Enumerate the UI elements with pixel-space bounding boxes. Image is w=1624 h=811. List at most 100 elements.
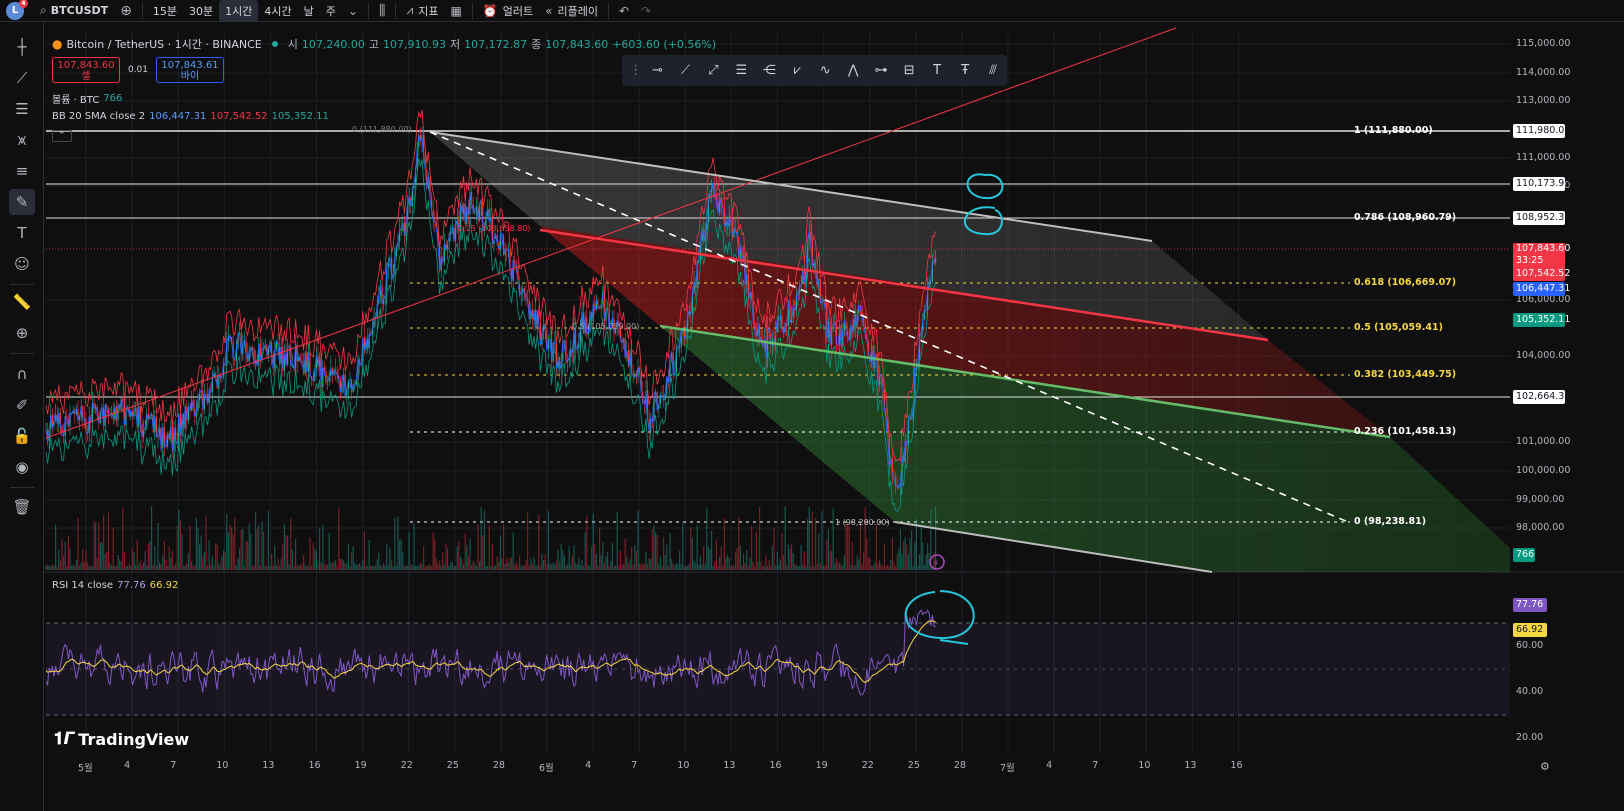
wave-icon: ∿ <box>819 63 831 78</box>
brush-tool-bar[interactable]: ⫻ <box>979 58 1007 84</box>
volume-bar <box>803 551 805 570</box>
sell-button[interactable]: 107,843.60 셀 <box>52 57 120 83</box>
symbol-search-button[interactable]: ⌕ BTCUSDT <box>34 0 114 22</box>
projection-tool[interactable]: ≡ <box>9 158 35 184</box>
volume-bar <box>163 540 165 570</box>
volume-bar <box>631 546 633 570</box>
tradingview-logo[interactable]: 𝟏𝞒 TradingView <box>54 729 189 749</box>
extended-line-icon: ⤢ <box>708 63 719 78</box>
candle-body <box>239 332 241 334</box>
hide-drawings-tool[interactable]: ◉ <box>9 454 35 480</box>
fib-tool[interactable]: ☰ <box>9 96 35 122</box>
crosshair-tool[interactable]: ┼ <box>9 34 35 60</box>
volume-bar <box>215 543 217 570</box>
user-avatar[interactable]: L 4 <box>6 0 28 20</box>
volume-bar <box>568 546 570 570</box>
volume-bar <box>576 564 578 570</box>
interval-1h[interactable]: 1시간 <box>219 0 259 22</box>
elliott-wave-tool[interactable]: ∿ <box>811 58 839 84</box>
interval-week[interactable]: 주 <box>320 0 342 22</box>
volume-bar <box>232 534 234 570</box>
volume-bar <box>203 551 205 570</box>
volume-bar <box>736 548 738 570</box>
volume-bar <box>103 515 105 570</box>
interval-day[interactable]: 날 <box>298 0 320 22</box>
extended-line-tool[interactable]: ⤢ <box>699 58 727 84</box>
pattern-tool[interactable]: ⩙ <box>9 127 35 153</box>
volume-bar <box>447 548 449 570</box>
buy-button[interactable]: 107,843.61 바이 <box>156 57 224 83</box>
price-range-tool[interactable]: ⊶ <box>867 58 895 84</box>
volume-legend-row[interactable]: 볼륨 · BTC 766 <box>52 90 716 106</box>
volume-bar <box>480 507 482 570</box>
volume-bar <box>571 555 573 570</box>
sell-label: 셀 <box>81 71 91 82</box>
interval-30m[interactable]: 30분 <box>183 0 219 22</box>
divider <box>367 2 369 19</box>
trend-line-tool[interactable]: ⟋ <box>9 65 35 91</box>
xabcd-pattern-tool[interactable]: ⩗ <box>783 58 811 84</box>
volume-bar <box>355 565 357 570</box>
volume-bar <box>451 562 453 570</box>
volume-bar <box>531 563 533 570</box>
pitchfork-tool[interactable]: ⋲ <box>755 58 783 84</box>
text-tool[interactable]: T <box>9 220 35 246</box>
chart-legend: ● Bitcoin / TetherUS · 1시간 · BINANCE 시 10… <box>52 36 716 144</box>
templates-button[interactable]: ▦ <box>444 0 467 22</box>
volume-bar <box>127 565 129 570</box>
compare-symbol-button[interactable]: ⊕ <box>114 0 138 22</box>
volume-bar <box>594 544 596 570</box>
candle-body <box>83 417 85 419</box>
interval-dropdown[interactable]: ⌄ <box>342 0 364 22</box>
delete-drawings-tool[interactable]: 🗑 <box>9 494 35 520</box>
drag-handle-icon[interactable]: ⋮ <box>628 58 643 84</box>
zoom-tool[interactable]: ⊕ <box>9 320 35 346</box>
bb-legend-row[interactable]: BB 20 SMA close 2 106,447.31 107,542.52 … <box>52 108 716 124</box>
collapse-legend-button[interactable]: ⌃ <box>52 128 716 144</box>
chart-settings-button[interactable]: ⚙ <box>1540 760 1550 773</box>
abc-pattern-tool[interactable]: ⋀ <box>839 58 867 84</box>
redo-button[interactable]: ↷ <box>635 0 657 22</box>
replay-button[interactable]: « 리플레이 <box>539 0 604 22</box>
volume-bar <box>184 565 186 570</box>
horizontal-ray-tool[interactable]: ⊸ <box>643 58 671 84</box>
volume-bar <box>509 557 511 570</box>
text-note-tool[interactable]: Ŧ <box>951 58 979 84</box>
brush-tool[interactable]: ✎ <box>9 189 35 215</box>
volume-bar <box>851 541 853 570</box>
text-tool-bar[interactable]: T <box>923 58 951 84</box>
time-axis-label: 13 <box>262 760 275 771</box>
magnet-tool[interactable]: ∩ <box>9 361 35 387</box>
volume-bar <box>176 525 178 570</box>
trendline-tool[interactable]: ⟋ <box>671 58 699 84</box>
lock-all-tool[interactable]: 🔓 <box>9 423 35 449</box>
volume-bar <box>653 525 655 570</box>
pitchfork-icon: ⋲ <box>762 63 776 78</box>
volume-bar <box>552 562 554 570</box>
rsi-legend[interactable]: RSI 14 close 77.76 66.92 <box>52 577 178 593</box>
volume-bar <box>901 553 903 570</box>
volume-bar <box>880 564 882 570</box>
lock-drawing-tool[interactable]: ✐ <box>9 392 35 418</box>
volume-bar <box>67 536 69 570</box>
volume-bar <box>261 521 263 570</box>
indicators-button[interactable]: ⩘ 지표 <box>400 0 444 22</box>
undo-button[interactable]: ↶ <box>613 0 635 22</box>
measure-tool[interactable]: 📏 <box>9 289 35 315</box>
volume-bar <box>114 565 116 570</box>
emoji-tool[interactable]: ☺ <box>9 251 35 277</box>
date-range-tool[interactable]: ⊟ <box>895 58 923 84</box>
interval-4h[interactable]: 4시간 <box>258 0 297 22</box>
price-axis-label: 100,000.00 <box>1516 465 1571 476</box>
volume-bar <box>168 546 170 570</box>
interval-15m[interactable]: 15분 <box>147 0 183 22</box>
alarm-clock-icon: ⏰ <box>482 3 498 18</box>
ruler-icon: 📏 <box>12 293 32 311</box>
volume-bar <box>610 561 612 570</box>
volume-bar <box>247 541 249 570</box>
alert-button[interactable]: ⏰ 얼러트 <box>477 0 539 22</box>
volume-bar <box>266 565 268 570</box>
volume-bar <box>842 565 844 570</box>
fib-retracement-tool[interactable]: ☰ <box>727 58 755 84</box>
chart-type-button[interactable]: ⫼ <box>373 0 391 22</box>
